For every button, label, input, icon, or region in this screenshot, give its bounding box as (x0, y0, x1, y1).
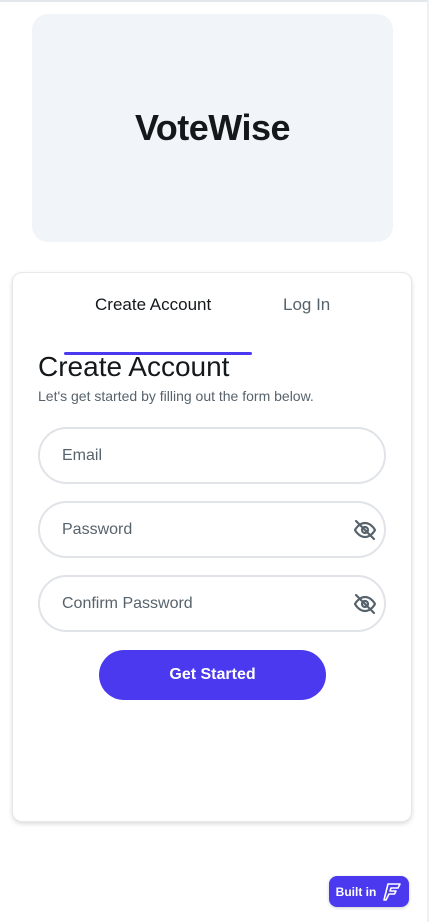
password-input[interactable] (40, 503, 384, 556)
hero-banner: VoteWise (32, 14, 393, 242)
top-divider (0, 0, 429, 2)
get-started-button[interactable]: Get Started (99, 650, 326, 700)
flutterflow-logo-icon (383, 882, 402, 901)
email-field (38, 427, 386, 484)
confirm-password-input[interactable] (40, 577, 384, 630)
eye-off-icon[interactable] (352, 591, 378, 617)
auth-card: Create Account Log In Create Account Let… (12, 272, 412, 822)
auth-tabs: Create Account Log In (13, 295, 411, 355)
tab-create-account[interactable]: Create Account (95, 295, 211, 315)
confirm-password-field (38, 575, 386, 632)
password-field (38, 501, 386, 558)
app-title: VoteWise (134, 107, 291, 148)
eye-off-icon[interactable] (352, 517, 378, 543)
built-in-badge[interactable]: Built in (329, 876, 409, 907)
tab-log-in[interactable]: Log In (283, 295, 330, 315)
form-title: Create Account (38, 351, 230, 382)
page: VoteWise Create Account Log In Create Ac… (0, 0, 429, 922)
email-input[interactable] (40, 429, 384, 482)
form-subtitle: Let's get started by filling out the for… (38, 388, 314, 404)
built-in-label: Built in (335, 884, 377, 899)
